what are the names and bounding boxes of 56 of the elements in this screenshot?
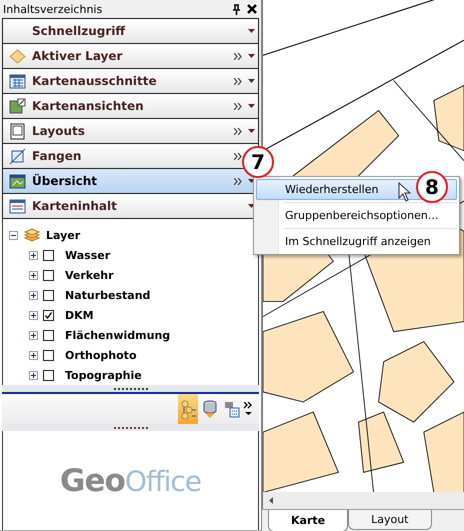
pin-icon[interactable] [232, 4, 241, 14]
group-header[interactable]: Kartenausschnitte [2, 69, 259, 94]
collapse-icon[interactable] [9, 230, 18, 240]
checkbox[interactable] [43, 330, 54, 340]
caret-icon[interactable] [248, 79, 255, 83]
tree-item-label[interactable]: Verkehr [65, 268, 114, 282]
map-window-icon [9, 172, 26, 190]
group-header[interactable]: Kartenansichten [2, 94, 259, 119]
snap-icon [9, 148, 26, 164]
expand-icon[interactable] [29, 350, 38, 360]
overflow-icon[interactable] [244, 402, 253, 416]
checkbox[interactable] [43, 350, 54, 360]
menu-item[interactable]: Im Schnellzugriff anzeigen [256, 231, 457, 252]
checkbox[interactable] [43, 250, 54, 260]
caret-icon[interactable] [248, 29, 255, 33]
checkbox[interactable] [43, 310, 54, 320]
group-header[interactable]: Layouts [2, 119, 259, 144]
list-window-icon [9, 198, 26, 214]
close-icon[interactable] [247, 4, 257, 14]
expand-icon[interactable] [29, 370, 38, 380]
caret-icon[interactable] [248, 129, 255, 133]
caret-icon[interactable] [248, 104, 255, 108]
checkbox[interactable] [43, 270, 54, 280]
checkbox[interactable] [43, 370, 54, 380]
expand-icon[interactable] [29, 330, 38, 340]
panel-title: Inhaltsverzeichnis [3, 2, 104, 16]
tree-item-label[interactable]: Naturbestand [65, 288, 150, 302]
database-icon [202, 400, 218, 418]
tree-item-label[interactable]: Wasser [65, 248, 110, 262]
tree-item-label[interactable]: Flächenwidmung [65, 328, 170, 342]
diamond-icon [9, 48, 26, 64]
scroll-left-icon[interactable] [269, 497, 273, 504]
group-header[interactable]: Schnellzugriff [2, 18, 259, 44]
expand-icon[interactable] [29, 310, 38, 320]
expand-icon[interactable] [29, 270, 38, 280]
page-icon [9, 122, 26, 140]
checkbox[interactable] [43, 290, 54, 300]
layers-icon [24, 228, 40, 242]
tree-item-label[interactable]: Topographie [65, 368, 142, 382]
tab[interactable]: Layout [348, 510, 432, 530]
group-header[interactable]: Aktiver Layer [2, 44, 259, 69]
tree-item-label[interactable]: DKM [65, 308, 94, 322]
expand-icon[interactable] [29, 290, 38, 300]
caret-icon[interactable] [248, 54, 255, 58]
logo: GeoOffice [60, 462, 201, 499]
menu-item[interactable]: Gruppenbereichsoptionen... [256, 205, 457, 226]
expand-icon[interactable] [29, 250, 38, 260]
windows-icon [224, 400, 240, 418]
map-window-icon [9, 98, 26, 114]
tree-root-label[interactable]: Layer [46, 228, 80, 242]
tab[interactable]: Karte [268, 510, 348, 531]
cursor-icon [398, 182, 411, 202]
table-window-icon [9, 72, 26, 90]
tree-item-label[interactable]: Orthophoto [65, 348, 136, 362]
tree-icon [180, 400, 196, 418]
toolbar-button[interactable] [178, 394, 198, 424]
